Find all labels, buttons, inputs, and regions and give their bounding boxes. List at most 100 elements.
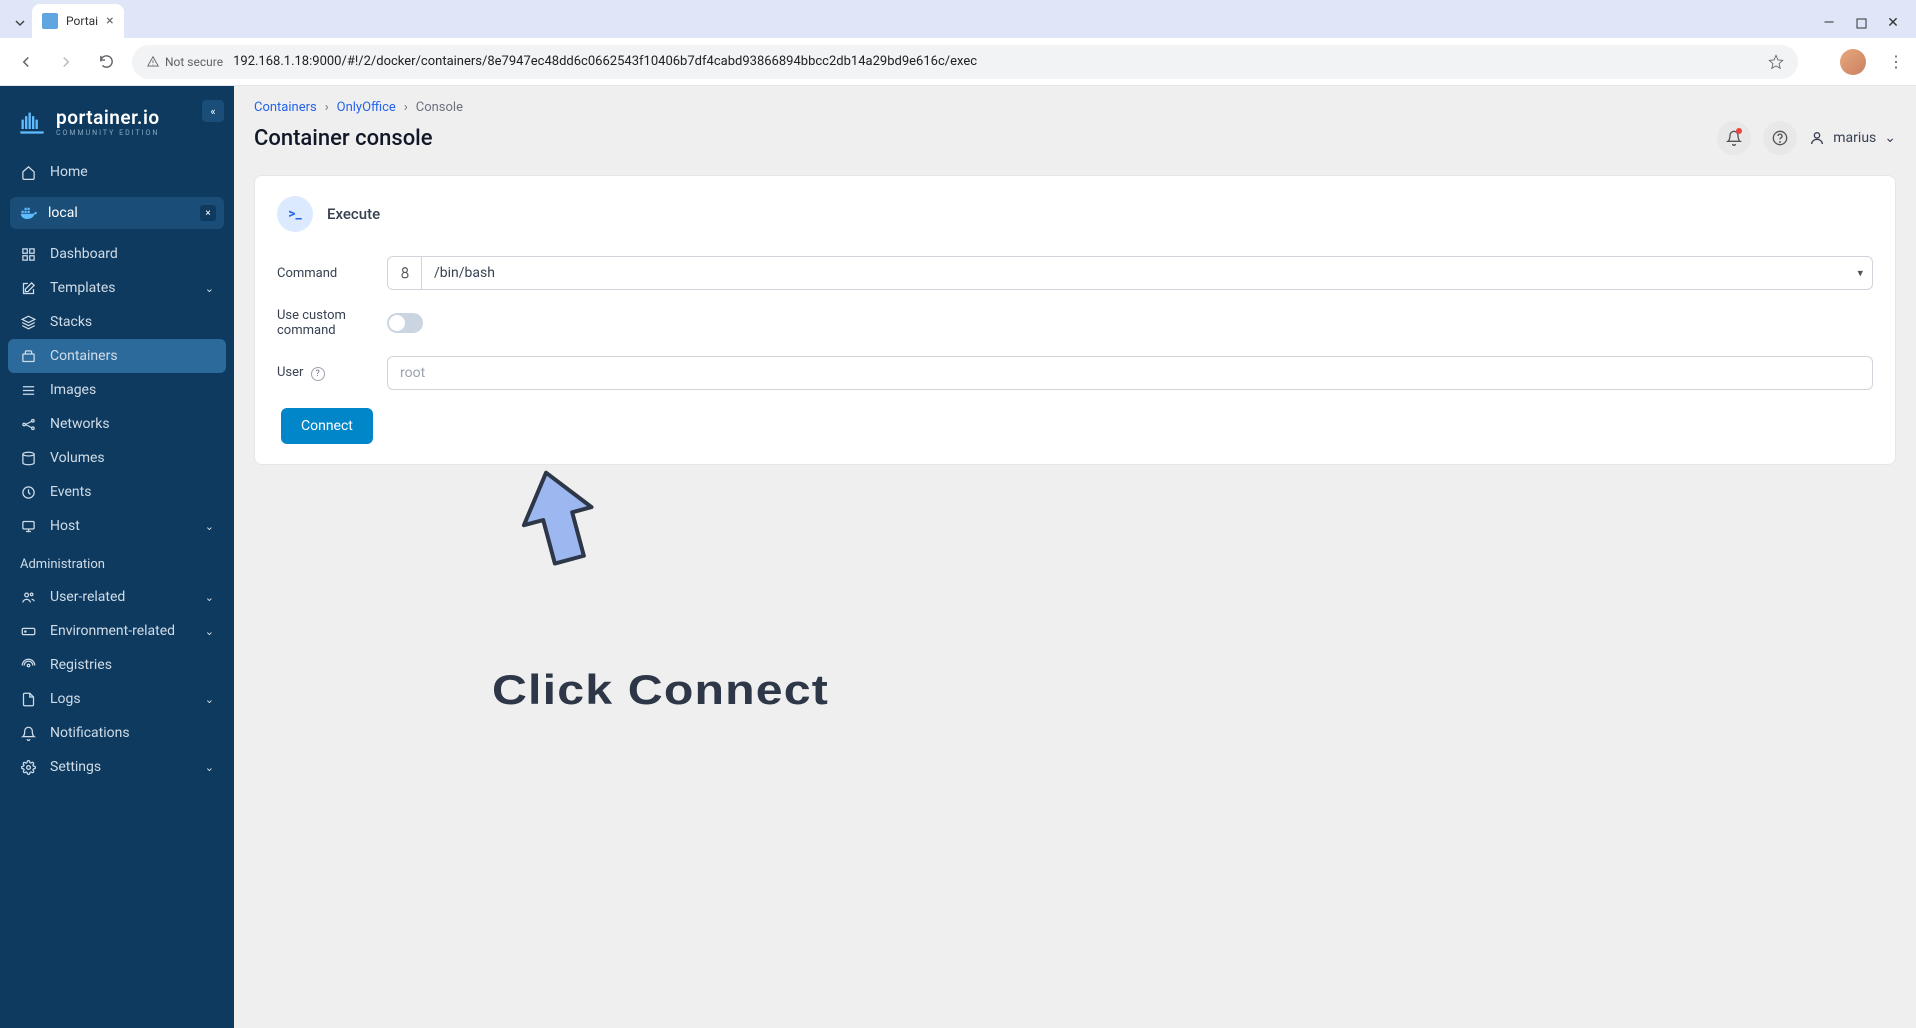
custom-command-label: Use custom command bbox=[277, 308, 377, 338]
user-icon bbox=[1809, 130, 1825, 146]
favicon-icon bbox=[42, 13, 58, 29]
sidebar-item-containers[interactable]: Containers bbox=[8, 339, 226, 373]
nav-label: Notifications bbox=[50, 725, 130, 741]
back-button[interactable] bbox=[12, 48, 40, 76]
sidebar: « portainer.io COMMUNITY EDITION Home lo… bbox=[0, 86, 234, 1028]
home-icon bbox=[20, 164, 36, 180]
help-button[interactable] bbox=[1763, 121, 1797, 155]
sidebar-item-events[interactable]: Events bbox=[0, 475, 234, 509]
sidebar-item-volumes[interactable]: Volumes bbox=[0, 441, 234, 475]
sidebar-item-home[interactable]: Home bbox=[0, 155, 234, 189]
sidebar-item-user-related[interactable]: User-related ⌄ bbox=[0, 580, 234, 614]
tab-close-icon[interactable]: × bbox=[106, 13, 113, 29]
username: marius bbox=[1833, 130, 1876, 146]
execute-card: >_ Execute Command /bin/bash Us bbox=[254, 175, 1896, 465]
host-icon bbox=[20, 518, 36, 534]
breadcrumb-container-name[interactable]: OnlyOffice bbox=[337, 100, 396, 115]
env-name: local bbox=[48, 205, 78, 221]
nav-label: Networks bbox=[50, 416, 110, 432]
containers-icon bbox=[20, 348, 36, 364]
nav-label: Host bbox=[50, 518, 80, 534]
docker-icon bbox=[20, 206, 38, 220]
sidebar-item-networks[interactable]: Networks bbox=[0, 407, 234, 441]
nav-label: Environment-related bbox=[50, 623, 175, 639]
command-select[interactable]: /bin/bash bbox=[421, 256, 1873, 290]
chevron-down-icon: ⌄ bbox=[205, 761, 214, 774]
main-content: Containers › OnlyOffice › Console Contai… bbox=[234, 86, 1916, 1028]
templates-icon bbox=[20, 280, 36, 296]
env-close-icon[interactable]: × bbox=[200, 205, 216, 221]
terminal-icon: >_ bbox=[277, 196, 313, 232]
bookmark-icon[interactable] bbox=[1768, 54, 1784, 70]
sidebar-item-logs[interactable]: Logs ⌄ bbox=[0, 682, 234, 716]
connect-button[interactable]: Connect bbox=[281, 408, 373, 444]
users-icon bbox=[20, 589, 36, 605]
close-button[interactable]: ✕ bbox=[1886, 16, 1900, 30]
logo-name: portainer.io bbox=[56, 106, 160, 129]
logo-subtitle: COMMUNITY EDITION bbox=[56, 129, 160, 137]
sidebar-item-registries[interactable]: Registries bbox=[0, 648, 234, 682]
security-indicator[interactable]: Not secure bbox=[146, 55, 223, 69]
nav-label: User-related bbox=[50, 589, 125, 605]
sidebar-collapse-button[interactable]: « bbox=[202, 100, 224, 122]
user-input[interactable] bbox=[387, 356, 1873, 390]
nav-label: Logs bbox=[50, 691, 81, 707]
sidebar-item-notifications[interactable]: Notifications bbox=[0, 716, 234, 750]
card-title: Execute bbox=[327, 205, 380, 223]
chevron-down-icon: ⌄ bbox=[1884, 130, 1896, 146]
events-icon bbox=[20, 484, 36, 500]
chevron-down-icon: ⌄ bbox=[205, 625, 214, 638]
stacks-icon bbox=[20, 314, 36, 330]
sidebar-item-templates[interactable]: Templates ⌄ bbox=[0, 271, 234, 305]
sidebar-item-images[interactable]: Images bbox=[0, 373, 234, 407]
help-icon[interactable]: ? bbox=[311, 367, 325, 381]
browser-tab-strip: Portai × — ✕ bbox=[0, 0, 1916, 38]
browser-profile-avatar[interactable] bbox=[1840, 49, 1866, 75]
breadcrumb-containers[interactable]: Containers bbox=[254, 100, 317, 115]
annotation-overlay: Click Connect bbox=[514, 466, 807, 714]
nav-label: Registries bbox=[50, 657, 112, 673]
url-text: 192.168.1.18:9000/#!/2/docker/containers… bbox=[233, 54, 1758, 69]
page-title: Container console bbox=[254, 126, 433, 151]
tab-list-dropdown[interactable] bbox=[8, 8, 32, 38]
bell-icon bbox=[20, 725, 36, 741]
chevron-down-icon: ⌄ bbox=[205, 693, 214, 706]
user-label: User ? bbox=[277, 365, 377, 381]
nav-label: Containers bbox=[50, 348, 118, 364]
environment-badge[interactable]: local × bbox=[10, 197, 224, 229]
logo[interactable]: portainer.io COMMUNITY EDITION bbox=[0, 98, 234, 155]
window-controls: — ✕ bbox=[1822, 16, 1916, 38]
nav-label: Settings bbox=[50, 759, 101, 775]
sidebar-item-settings[interactable]: Settings ⌄ bbox=[0, 750, 234, 784]
registries-icon bbox=[20, 657, 36, 673]
shell-icon[interactable] bbox=[387, 256, 421, 290]
logs-icon bbox=[20, 691, 36, 707]
dashboard-icon bbox=[20, 246, 36, 262]
nav-label: Templates bbox=[50, 280, 116, 296]
arrow-icon bbox=[514, 466, 604, 576]
nav-label: Stacks bbox=[50, 314, 92, 330]
sidebar-item-host[interactable]: Host ⌄ bbox=[0, 509, 234, 543]
admin-section-label: Administration bbox=[0, 543, 234, 580]
browser-tab[interactable]: Portai × bbox=[32, 4, 124, 38]
custom-command-toggle[interactable] bbox=[387, 313, 423, 333]
address-bar[interactable]: Not secure 192.168.1.18:9000/#!/2/docker… bbox=[132, 45, 1798, 79]
command-label: Command bbox=[277, 266, 377, 281]
sidebar-item-dashboard[interactable]: Dashboard bbox=[0, 237, 234, 271]
minimize-button[interactable]: — bbox=[1822, 16, 1836, 30]
forward-button[interactable] bbox=[52, 48, 80, 76]
volumes-icon bbox=[20, 450, 36, 466]
tab-title: Portai bbox=[66, 14, 98, 28]
annotation-text: Click Connect bbox=[492, 666, 829, 714]
notifications-button[interactable] bbox=[1717, 121, 1751, 155]
sidebar-item-environment-related[interactable]: Environment-related ⌄ bbox=[0, 614, 234, 648]
environment-icon bbox=[20, 623, 36, 639]
nav-label: Images bbox=[50, 382, 96, 398]
user-menu[interactable]: marius ⌄ bbox=[1809, 130, 1896, 146]
browser-menu-icon[interactable]: ⋮ bbox=[1888, 52, 1904, 71]
nav-label: Dashboard bbox=[50, 246, 118, 262]
chevron-down-icon: ⌄ bbox=[205, 520, 214, 533]
sidebar-item-stacks[interactable]: Stacks bbox=[0, 305, 234, 339]
maximize-button[interactable] bbox=[1854, 16, 1868, 30]
reload-button[interactable] bbox=[92, 48, 120, 76]
